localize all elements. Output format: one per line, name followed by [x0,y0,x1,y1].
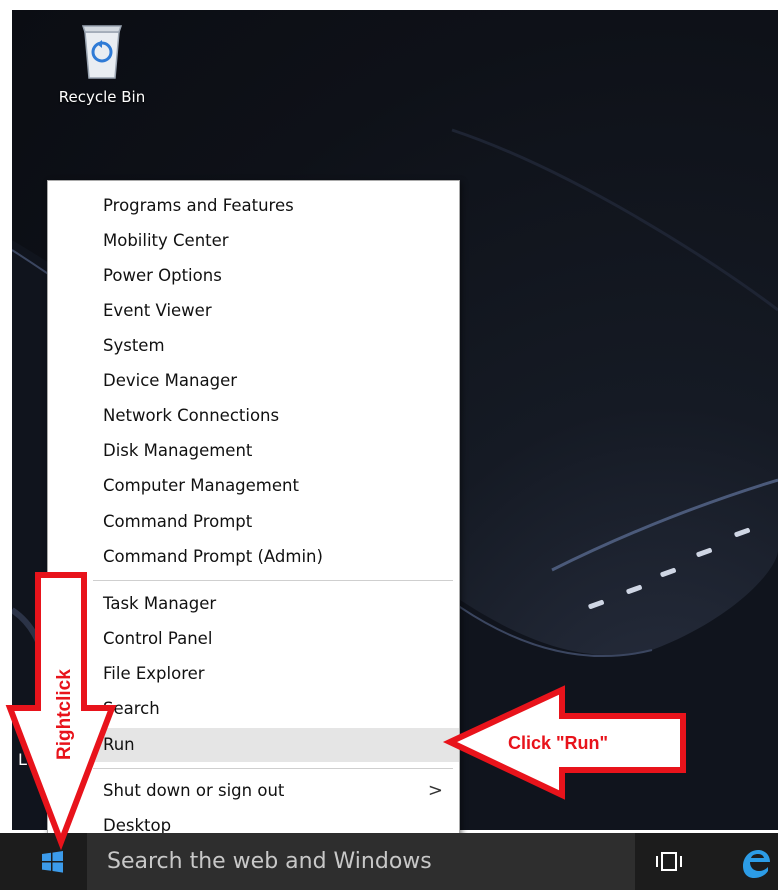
taskbar: Search the web and Windows [0,833,778,890]
menu-item-mobility-center[interactable]: Mobility Center [48,224,459,258]
menu-item-power-options[interactable]: Power Options [48,259,459,293]
desktop-partial-label: Lo [18,750,37,769]
task-view-button[interactable] [653,848,685,876]
recycle-bin-icon [81,25,123,79]
menu-item-system[interactable]: System [48,329,459,363]
menu-item-command-prompt-admin[interactable]: Command Prompt (Admin) [48,540,459,574]
menu-item-programs-and-features[interactable]: Programs and Features [48,189,459,223]
menu-item-label: Shut down or sign out [103,781,285,800]
menu-item-command-prompt[interactable]: Command Prompt [48,505,459,539]
menu-separator [93,768,453,769]
menu-item-network-connections[interactable]: Network Connections [48,399,459,433]
menu-item-file-explorer[interactable]: File Explorer [48,657,459,691]
menu-item-event-viewer[interactable]: Event Viewer [48,294,459,328]
edge-browser-button[interactable] [733,843,778,883]
menu-item-control-panel[interactable]: Control Panel [48,622,459,656]
menu-item-computer-management[interactable]: Computer Management [48,469,459,503]
edge-icon [743,850,770,878]
start-button[interactable] [20,833,85,890]
menu-item-run[interactable]: Run [48,728,459,762]
chevron-right-icon: > [427,780,443,801]
recycle-bin-label: Recycle Bin [58,88,146,106]
menu-item-disk-management[interactable]: Disk Management [48,434,459,468]
taskbar-search-input[interactable]: Search the web and Windows [87,833,635,890]
menu-separator [93,580,453,581]
menu-item-task-manager[interactable]: Task Manager [48,587,459,621]
menu-item-search[interactable]: Search [48,692,459,726]
menu-item-shut-down-or-sign-out[interactable]: Shut down or sign out > [48,774,459,808]
task-view-icon [656,852,682,871]
menu-item-device-manager[interactable]: Device Manager [48,364,459,398]
recycle-bin-shortcut[interactable]: Recycle Bin [52,18,152,106]
winx-context-menu: Programs and Features Mobility Center Po… [47,180,460,849]
windows-logo-icon [42,851,63,873]
